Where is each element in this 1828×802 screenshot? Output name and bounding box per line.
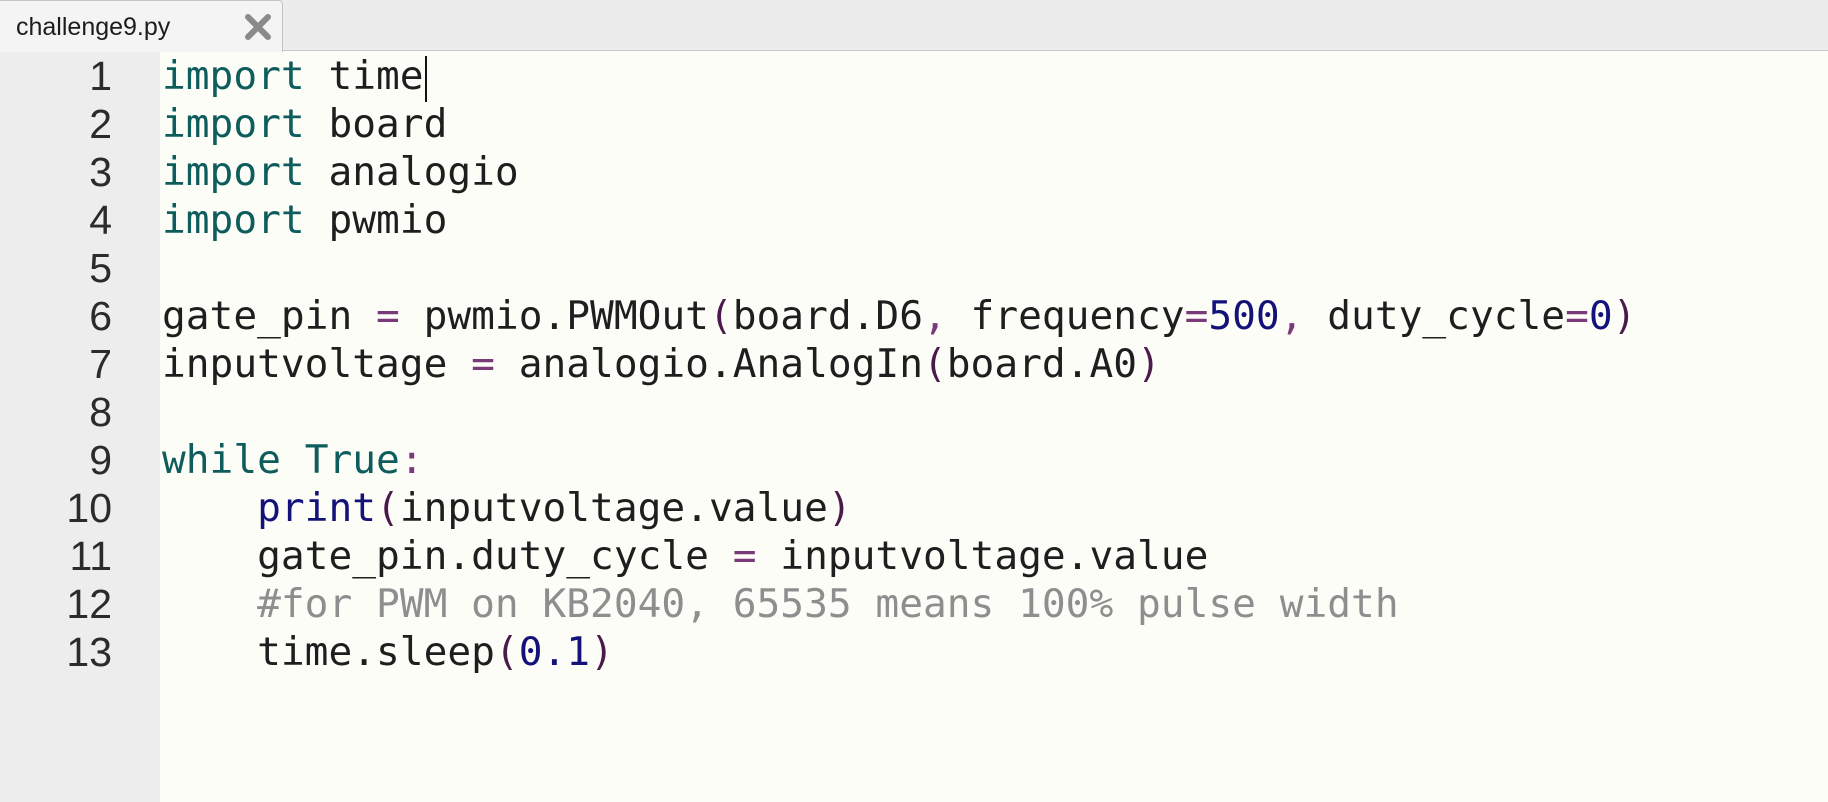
code-token: ( [708, 293, 733, 339]
code-token: 0 [1588, 293, 1613, 339]
tab-challenge9[interactable]: challenge9.py [0, 0, 283, 52]
code-token: True [304, 437, 400, 483]
code-editor-window: challenge9.py 1 import time 2 import board 3… [0, 0, 1828, 802]
code-token: ( [376, 485, 400, 531]
code-text: time.sleep(0.1) [162, 624, 614, 680]
code-token: gate_pin [162, 293, 377, 339]
line-number: 13 [66, 629, 112, 675]
code-token: pwmio.PWMOut [399, 293, 709, 339]
code-token: ) [590, 629, 614, 675]
code-token: duty_cycle [1303, 293, 1566, 339]
code-token: , [1279, 293, 1304, 339]
tab-bar: challenge9.py [0, 0, 1828, 52]
code-token: analogio.AnalogIn [494, 341, 923, 387]
close-icon[interactable] [243, 12, 273, 42]
code-token: print [257, 485, 377, 531]
code-token: board.A0 [946, 341, 1138, 387]
code-token: gate_pin.duty_cycle [162, 533, 733, 579]
code-token: ( [494, 629, 519, 675]
code-token: pwmio [304, 197, 448, 243]
code-token: = [1565, 293, 1589, 339]
code-token: inputvoltage [162, 341, 472, 387]
code-token: = [471, 341, 495, 387]
code-token: time [304, 53, 424, 99]
code-token: ) [1137, 341, 1161, 387]
code-token: , [923, 293, 947, 339]
code-token: inputvoltage.value [399, 485, 828, 531]
text-caret [424, 55, 427, 102]
code-token: ) [827, 485, 852, 531]
code-token: 0.1 [518, 629, 591, 675]
code-token: = [1184, 293, 1209, 339]
code-token: = [376, 293, 400, 339]
code-token: 500 [1208, 293, 1280, 339]
code-token: analogio [304, 149, 519, 195]
code-token: #for PWM on KB2040, 65535 means 100% pul… [257, 581, 1399, 627]
code-token: inputvoltage.value [756, 533, 1209, 579]
code-token: ( [923, 341, 947, 387]
code-token: : [399, 437, 424, 483]
code-token: import [162, 101, 305, 147]
code-token: ) [1612, 293, 1637, 339]
code-token: import [162, 197, 305, 243]
code-token: frequency [946, 293, 1185, 339]
code-token: board [304, 101, 448, 147]
code-token: while [162, 437, 281, 483]
code-token: = [732, 533, 757, 579]
code-token: import [162, 149, 305, 195]
code-token: time.sleep [162, 629, 495, 675]
code-token: import [162, 53, 305, 99]
tab-label: challenge9.py [16, 13, 171, 41]
code-token: board.D6 [732, 293, 923, 339]
code-line[interactable]: 13 time.sleep(0.1) [0, 624, 1828, 680]
